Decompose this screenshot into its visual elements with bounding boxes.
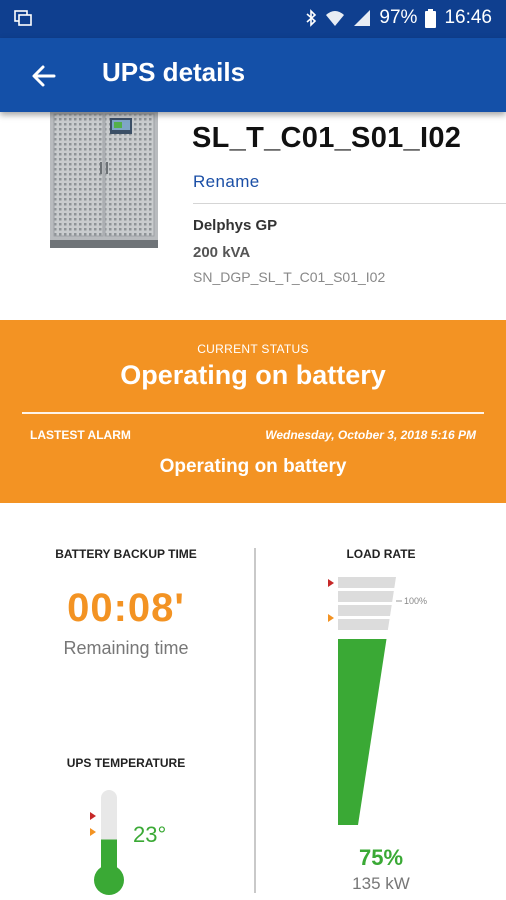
latest-alarm-value: Operating on battery <box>159 456 347 477</box>
rename-link[interactable]: Rename <box>193 172 260 192</box>
temperature-value: 23° <box>133 822 167 847</box>
status-divider <box>22 412 484 414</box>
metrics-divider <box>254 548 256 893</box>
app-bar: UPS details <box>0 38 506 112</box>
status-bar: 97% 16:46 <box>0 0 506 38</box>
load-rate-kw: 135 kW <box>352 874 410 893</box>
battery-backup-value: 00:08' <box>67 586 185 630</box>
battery-backup-label: BATTERY BACKUP TIME <box>55 547 197 561</box>
thermometer-icon <box>90 790 124 895</box>
load-rate-gauge: 100% <box>328 577 427 825</box>
gauge-empty-segment <box>338 605 392 616</box>
thermometer-marker-warn <box>90 828 96 836</box>
load-rate-percent: 75% <box>358 845 404 870</box>
battery-percent: 97% <box>379 7 418 28</box>
signal-icon <box>354 10 371 26</box>
current-status-value: Operating on battery <box>120 360 386 390</box>
latest-alarm-date: Wednesday, October 3, 2018 5:16 PM <box>265 428 476 442</box>
gauge-marker-warn <box>328 614 334 622</box>
thermometer-bulb <box>94 865 124 895</box>
page-title: UPS details <box>102 57 246 87</box>
device-model: Delphys GP <box>193 217 278 234</box>
current-status-panel: CURRENT STATUS Operating on battery LAST… <box>0 320 506 503</box>
gauge-empty-segment <box>338 577 396 588</box>
device-info: SL_T_C01_S01_I02 Rename Delphys GP 200 k… <box>0 112 506 320</box>
battery-backup-sub: Remaining time <box>63 638 189 658</box>
gauge-empty-segment <box>338 591 394 602</box>
status-icons: 97% 16:46 <box>305 7 492 29</box>
battery-icon <box>425 8 437 28</box>
gauge-fill <box>338 639 387 825</box>
latest-alarm-label: LASTEST ALARM <box>30 428 131 442</box>
load-rate-label: LOAD RATE <box>346 547 416 561</box>
current-status-label: CURRENT STATUS <box>197 342 309 356</box>
gauge-marker-high <box>328 579 334 587</box>
divider <box>193 203 506 204</box>
ups-cabinet-image <box>50 112 158 248</box>
gauge-empty-segment <box>338 619 390 630</box>
arrow-back-icon[interactable] <box>28 60 60 92</box>
clock: 16:46 <box>444 7 492 28</box>
gallery-notification-icon <box>14 10 32 26</box>
device-power: 200 kVA <box>193 244 251 261</box>
wifi-icon <box>326 11 345 26</box>
gauge-100-label: 100% <box>404 596 427 606</box>
device-serial: SN_DGP_SL_T_C01_S01_I02 <box>193 269 386 285</box>
device-name: SL_T_C01_S01_I02 <box>192 122 462 154</box>
bluetooth-icon <box>306 9 317 27</box>
temperature-label: UPS TEMPERATURE <box>66 756 186 770</box>
thermometer-marker-high <box>90 812 96 820</box>
